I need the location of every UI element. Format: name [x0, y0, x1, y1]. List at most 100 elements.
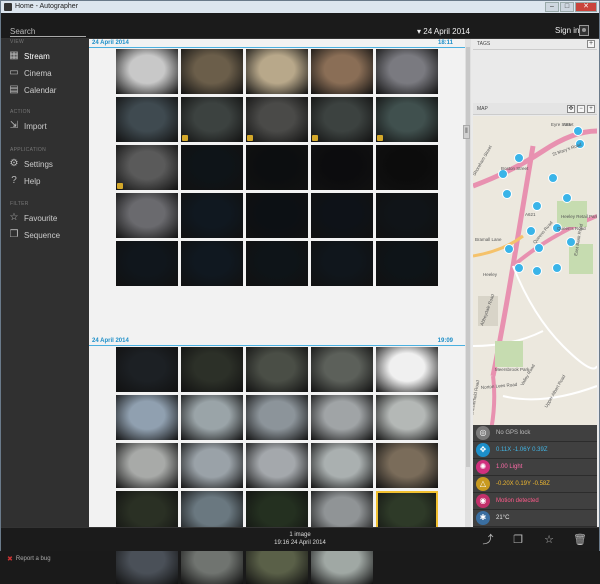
photo-thumbnail[interactable]	[116, 145, 178, 190]
photo-thumbnail[interactable]	[376, 97, 438, 142]
photo-thumbnail[interactable]	[181, 97, 243, 142]
photo-thumbnail[interactable]	[116, 395, 178, 440]
map-place-label: Bramall Lane	[475, 237, 502, 242]
map-zoom-out-button[interactable]: −	[577, 105, 585, 113]
temperature-icon: ✱	[476, 511, 490, 525]
photo-thumbnail[interactable]	[311, 347, 373, 392]
settings-icon: ⚙	[9, 158, 19, 169]
photo-thumbnail[interactable]	[311, 97, 373, 142]
scrollbar-thumb[interactable]	[466, 47, 470, 467]
report-bug-link[interactable]: ✖ Report a bug	[7, 555, 51, 563]
collapse-panel-button[interactable]: ‖	[463, 125, 470, 139]
sidebar-item-favourite[interactable]: ☆ Favourite	[9, 210, 87, 226]
photo-location-marker[interactable]	[532, 266, 542, 276]
photo-thumbnail[interactable]	[311, 443, 373, 488]
group-time[interactable]: 18:11	[438, 39, 453, 47]
sequence-badge-icon	[377, 135, 383, 141]
photo-thumbnail[interactable]	[376, 145, 438, 190]
copy-button[interactable]: ❐	[511, 533, 525, 547]
user-icon[interactable]	[579, 25, 589, 36]
photo-thumbnail[interactable]	[376, 241, 438, 286]
photo-thumbnail[interactable]	[246, 49, 308, 94]
date-selector[interactable]: ▾ 24 April 2014	[417, 27, 470, 36]
photo-thumbnail[interactable]	[246, 145, 308, 190]
map-pan-button[interactable]: ✥	[567, 105, 575, 113]
status-bar: 1 image 19:16 24 April 2014 ⤴ ❐ ☆ 🗑	[1, 527, 599, 551]
photo-location-marker[interactable]	[552, 263, 562, 273]
sidebar-item-stream[interactable]: ▦ Stream	[9, 48, 87, 64]
map-canvas: Eyre StreetSt Mary's RoadQueens RoadHeel…	[473, 116, 597, 461]
photo-thumbnail[interactable]	[246, 241, 308, 286]
sidebar-item-import[interactable]: ⇲ Import	[9, 118, 87, 134]
map-view[interactable]: Eyre Street St Mary's Road Queens Road Heel…	[473, 116, 597, 461]
photo-thumbnail[interactable]	[311, 395, 373, 440]
photo-thumbnail[interactable]	[311, 241, 373, 286]
favourite-button[interactable]: ☆	[542, 533, 556, 547]
photo-thumbnail[interactable]	[246, 193, 308, 238]
photo-location-marker[interactable]	[514, 263, 524, 273]
sensor-value: 1.00 Light	[496, 464, 523, 470]
photo-thumbnail[interactable]	[376, 347, 438, 392]
photo-thumbnail[interactable]	[246, 443, 308, 488]
photo-location-marker[interactable]	[532, 201, 542, 211]
photo-thumbnail[interactable]	[376, 193, 438, 238]
photo-thumbnail[interactable]	[181, 241, 243, 286]
search-input[interactable]	[10, 26, 86, 37]
sidebar-item-cinema[interactable]: ▭ Cinema	[9, 65, 87, 81]
photo-thumbnail[interactable]	[181, 395, 243, 440]
share-button[interactable]: ⤴	[481, 533, 495, 547]
stream-date-header: 24 April 2014 18:11	[89, 39, 465, 48]
sequence-badge-icon	[117, 183, 123, 189]
photo-location-marker[interactable]	[573, 126, 583, 136]
photo-thumbnail[interactable]	[181, 347, 243, 392]
import-icon: ⇲	[9, 120, 19, 131]
delete-button[interactable]: 🗑	[573, 533, 587, 547]
photo-location-marker[interactable]	[534, 243, 544, 253]
photo-thumbnail[interactable]	[116, 49, 178, 94]
photo-thumbnail[interactable]	[246, 347, 308, 392]
sensor-row: ◉ Motion detected	[473, 493, 597, 510]
photo-thumbnail[interactable]	[376, 395, 438, 440]
photo-thumbnail[interactable]	[246, 97, 308, 142]
map-place-label: Meersbrook Park	[495, 367, 530, 372]
photo-location-marker[interactable]	[514, 153, 524, 163]
photo-thumbnail[interactable]	[116, 193, 178, 238]
photo-thumbnail[interactable]	[311, 49, 373, 94]
tags-header: TAGS +	[473, 39, 597, 50]
sign-in-link[interactable]: Sign in	[555, 26, 579, 35]
sidebar-item-help[interactable]: ? Help	[9, 173, 87, 189]
photo-thumbnail[interactable]	[116, 443, 178, 488]
window-title: Home - Autographer	[15, 3, 79, 10]
photo-thumbnail[interactable]	[376, 49, 438, 94]
close-button[interactable]: ✕	[575, 2, 597, 12]
add-tag-button[interactable]: +	[587, 40, 595, 48]
photo-thumbnail[interactable]	[181, 193, 243, 238]
map-zoom-in-button[interactable]: +	[587, 105, 595, 113]
sidebar-item-calendar[interactable]: ▤ Calendar	[9, 82, 87, 98]
photo-thumbnail[interactable]	[246, 395, 308, 440]
minimize-button[interactable]: –	[545, 2, 559, 12]
sidebar-item-settings[interactable]: ⚙ Settings	[9, 156, 87, 172]
photo-location-marker[interactable]	[526, 226, 536, 236]
photo-location-marker[interactable]	[504, 244, 514, 254]
photo-location-marker[interactable]	[548, 173, 558, 183]
photo-thumbnail[interactable]	[376, 443, 438, 488]
sensor-value: No GPS lock	[496, 430, 531, 436]
photo-thumbnail[interactable]	[181, 443, 243, 488]
photo-thumbnail[interactable]	[116, 241, 178, 286]
photo-thumbnail[interactable]	[181, 145, 243, 190]
photo-location-marker[interactable]	[562, 193, 572, 203]
sequence-icon: ❐	[9, 229, 19, 240]
sidebar-item-sequence[interactable]: ❐ Sequence	[9, 227, 87, 243]
photo-thumbnail[interactable]	[116, 347, 178, 392]
photo-thumbnail[interactable]	[116, 97, 178, 142]
group-time[interactable]: 19:09	[438, 337, 453, 345]
photo-thumbnail[interactable]	[311, 145, 373, 190]
cinema-icon: ▭	[9, 67, 19, 78]
sidebar-item-label: Help	[24, 176, 41, 186]
photo-thumbnail[interactable]	[181, 49, 243, 94]
sequence-badge-icon	[247, 135, 253, 141]
maximize-button[interactable]: □	[560, 2, 574, 12]
photo-location-marker[interactable]	[502, 189, 512, 199]
photo-thumbnail[interactable]	[311, 193, 373, 238]
